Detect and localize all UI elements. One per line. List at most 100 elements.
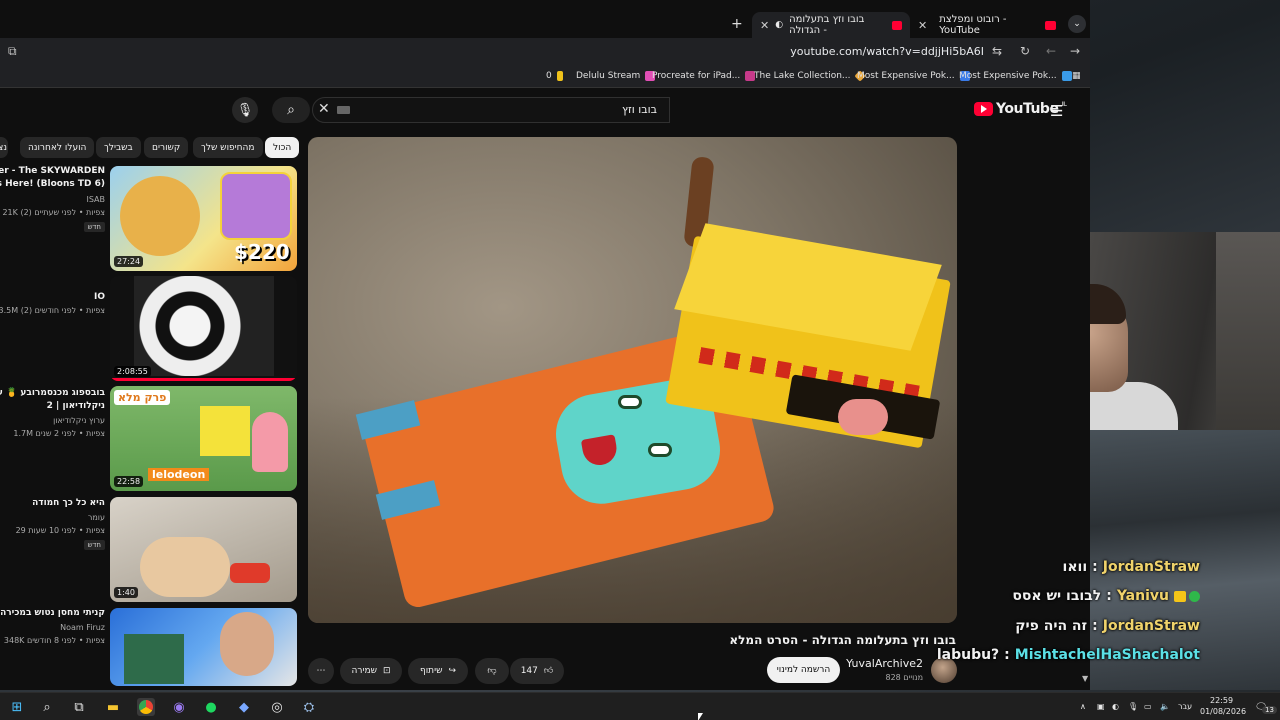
reload-icon[interactable]: ↻ bbox=[1020, 44, 1030, 58]
dog-figure bbox=[140, 537, 230, 597]
notification-count: 13 bbox=[1262, 706, 1277, 714]
bookmark-item[interactable]: Delulu Stream bbox=[576, 71, 656, 81]
youtube-favicon-icon bbox=[892, 20, 902, 30]
monkey-figure bbox=[120, 176, 200, 256]
related-channel[interactable]: ערוץ ניקלודיאון bbox=[53, 416, 105, 425]
url-field[interactable]: youtube.com/watch?v=ddjjHi5bA6I bbox=[790, 45, 984, 58]
discord-icon[interactable]: ◉ bbox=[170, 698, 188, 716]
search-icon[interactable]: ⌕ bbox=[38, 698, 56, 716]
language-indicator[interactable]: עבר bbox=[1178, 702, 1192, 711]
tab-active[interactable]: ✕ ◐ בובו וזץ בתעלומה הגדולה - bbox=[752, 12, 910, 38]
share-button[interactable]: שיתוף ↪ bbox=[408, 658, 468, 684]
chip-related[interactable]: קשורים bbox=[144, 137, 189, 158]
clear-search-icon[interactable]: ✕ bbox=[318, 101, 330, 117]
steam-icon[interactable]: ⛭ bbox=[300, 698, 318, 716]
related-title[interactable]: קניתי מחסן נטוש במכירה פומ bbox=[0, 608, 105, 618]
new-badge: חדש bbox=[83, 222, 105, 232]
tray-app-icon[interactable]: ◐ bbox=[1112, 702, 1119, 711]
save-button[interactable]: שמירה ⊡ bbox=[340, 658, 402, 684]
related-title-line2[interactable]: Is Here! (Bloons TD 6) bbox=[0, 179, 105, 189]
menu-icon[interactable]: ☰ bbox=[1050, 102, 1063, 120]
related-title[interactable]: היא כל כך חמודה bbox=[32, 498, 105, 508]
related-title[interactable]: בובספוג מכנסמרובע 🍍 עונה bbox=[0, 388, 105, 398]
tab-title: רובוט ומפלצת - YouTube bbox=[939, 14, 1007, 36]
volume-icon[interactable]: 🔈 bbox=[1160, 702, 1170, 711]
site-settings-icon[interactable]: ⇆ bbox=[992, 44, 1002, 58]
bookmark-icon bbox=[1061, 71, 1072, 81]
related-thumbnail-4[interactable]: 1:40 bbox=[110, 497, 297, 602]
network-icon[interactable]: ▭ bbox=[1144, 702, 1152, 711]
tower-card bbox=[220, 172, 292, 240]
related-channel[interactable]: ISAB bbox=[86, 195, 105, 204]
crown-badge-icon bbox=[1174, 590, 1186, 602]
chip-for-you[interactable]: בשבילך bbox=[96, 137, 141, 158]
chat-message: וואו: JordanStraw bbox=[1062, 559, 1200, 575]
app-icon[interactable]: ◆ bbox=[235, 698, 253, 716]
file-explorer-icon[interactable]: ▬ bbox=[104, 698, 122, 716]
video-player[interactable] bbox=[308, 137, 957, 623]
search-icon: ⌕ bbox=[287, 102, 295, 118]
chat-message: זה היה פיק: JordanStraw bbox=[1015, 618, 1200, 634]
related-title[interactable]: IO bbox=[94, 292, 105, 302]
tab-title: בובו וזץ בתעלומה הגדולה - bbox=[789, 14, 865, 36]
voice-search-button[interactable]: 🎙 bbox=[232, 97, 258, 123]
bookmark-item[interactable]: The Lake Collection... bbox=[754, 70, 866, 82]
cast-icon[interactable]: ⧉ bbox=[8, 44, 17, 59]
tab-search-icon[interactable]: ⌄ bbox=[1068, 15, 1086, 33]
channel-name[interactable]: YuvalArchive2 bbox=[846, 657, 923, 670]
scroll-down-icon[interactable]: ▼ bbox=[1082, 674, 1088, 683]
search-button[interactable]: ⌕ bbox=[272, 97, 310, 123]
red-object bbox=[230, 563, 270, 583]
tray-expand-icon[interactable]: ∧ bbox=[1080, 702, 1086, 711]
youtube-play-icon bbox=[974, 102, 993, 116]
chip-recently-uploaded[interactable]: הועלו לאחרונה bbox=[20, 137, 95, 158]
close-tab-icon[interactable]: ✕ bbox=[760, 19, 769, 32]
keyboard-icon[interactable] bbox=[337, 106, 350, 114]
robot-eye bbox=[648, 443, 672, 457]
related-thumbnail-1[interactable]: $220 27:24 bbox=[110, 166, 297, 271]
tab-inactive[interactable]: ✕ רובוט ומפלצת - YouTube bbox=[910, 12, 1064, 38]
chrome-icon[interactable] bbox=[137, 698, 155, 716]
all-bookmarks-icon[interactable]: ▦ bbox=[1072, 71, 1081, 81]
subscribe-button[interactable]: הרשמה למינוי bbox=[767, 657, 840, 683]
dislike-button[interactable]: 👎︎ bbox=[475, 658, 509, 684]
clock-date[interactable]: 01/08/2026 bbox=[1200, 707, 1246, 716]
obs-icon[interactable]: ◎ bbox=[268, 698, 286, 716]
chip-all[interactable]: הכול bbox=[265, 137, 300, 158]
like-button[interactable]: 147 👍︎ bbox=[510, 658, 564, 684]
chip-watched[interactable]: נצ bbox=[0, 137, 8, 158]
bookmark-item[interactable]: Most Expensive Pok... bbox=[857, 71, 970, 81]
more-actions-button[interactable]: ⋯ bbox=[308, 658, 334, 684]
new-badge: חדש bbox=[83, 540, 105, 550]
microphone-tray-icon[interactable]: 🎙 bbox=[1128, 702, 1138, 711]
spotify-icon[interactable]: ● bbox=[202, 698, 220, 716]
related-channel[interactable]: Noam Firuz bbox=[60, 623, 105, 632]
related-meta: 348K צפיות • לפני 8 חודשים bbox=[3, 636, 105, 645]
forward-icon[interactable]: → bbox=[1070, 44, 1080, 58]
bookmark-item[interactable]: Procreate for iPad... bbox=[652, 71, 756, 81]
close-tab-icon[interactable]: ✕ bbox=[918, 19, 927, 32]
thumbs-down-icon: 👎︎ bbox=[487, 666, 497, 676]
back-icon[interactable]: ← bbox=[1046, 44, 1056, 58]
related-meta: 1.7M צפיות • לפני 2 שנים bbox=[13, 429, 105, 438]
clock-time[interactable]: 22:59 bbox=[1210, 696, 1233, 705]
task-view-icon[interactable]: ⧉ bbox=[70, 698, 88, 716]
more-icon: ⋯ bbox=[316, 666, 326, 676]
related-thumbnail-3[interactable]: פרק מלא lelodeon 22:58 bbox=[110, 386, 297, 491]
new-tab-button[interactable]: + bbox=[731, 16, 743, 32]
search-input[interactable]: ✕ בובו וזץ bbox=[312, 97, 670, 123]
address-bar: ⧉ youtube.com/watch?v=ddjjHi5bA6I ⇆ ↻ ← … bbox=[0, 38, 1090, 66]
bookmark-item[interactable]: Most Expensive Pok... bbox=[959, 71, 1072, 81]
related-thumbnail-2[interactable]: 2:08:55 bbox=[110, 276, 297, 381]
windows-start-icon[interactable]: ⊞ bbox=[8, 698, 26, 716]
robot-eye bbox=[618, 395, 642, 409]
related-channel[interactable]: עומר bbox=[88, 513, 105, 522]
tray-app-icon[interactable]: ▣ bbox=[1097, 702, 1105, 711]
related-title-line2[interactable]: 2 | ניקלודיאון bbox=[47, 401, 105, 411]
related-thumbnail-5[interactable] bbox=[110, 608, 297, 686]
related-title[interactable]: Tower - The SKYWARDEN bbox=[0, 166, 105, 176]
bookmark-item[interactable]: 0 bbox=[546, 71, 563, 81]
desktop: + ✕ ◐ בובו וזץ בתעלומה הגדולה - ✕ רובוט … bbox=[0, 0, 1280, 720]
chip-from-search[interactable]: מהחיפוש שלך bbox=[193, 137, 263, 158]
person-face bbox=[220, 612, 274, 676]
